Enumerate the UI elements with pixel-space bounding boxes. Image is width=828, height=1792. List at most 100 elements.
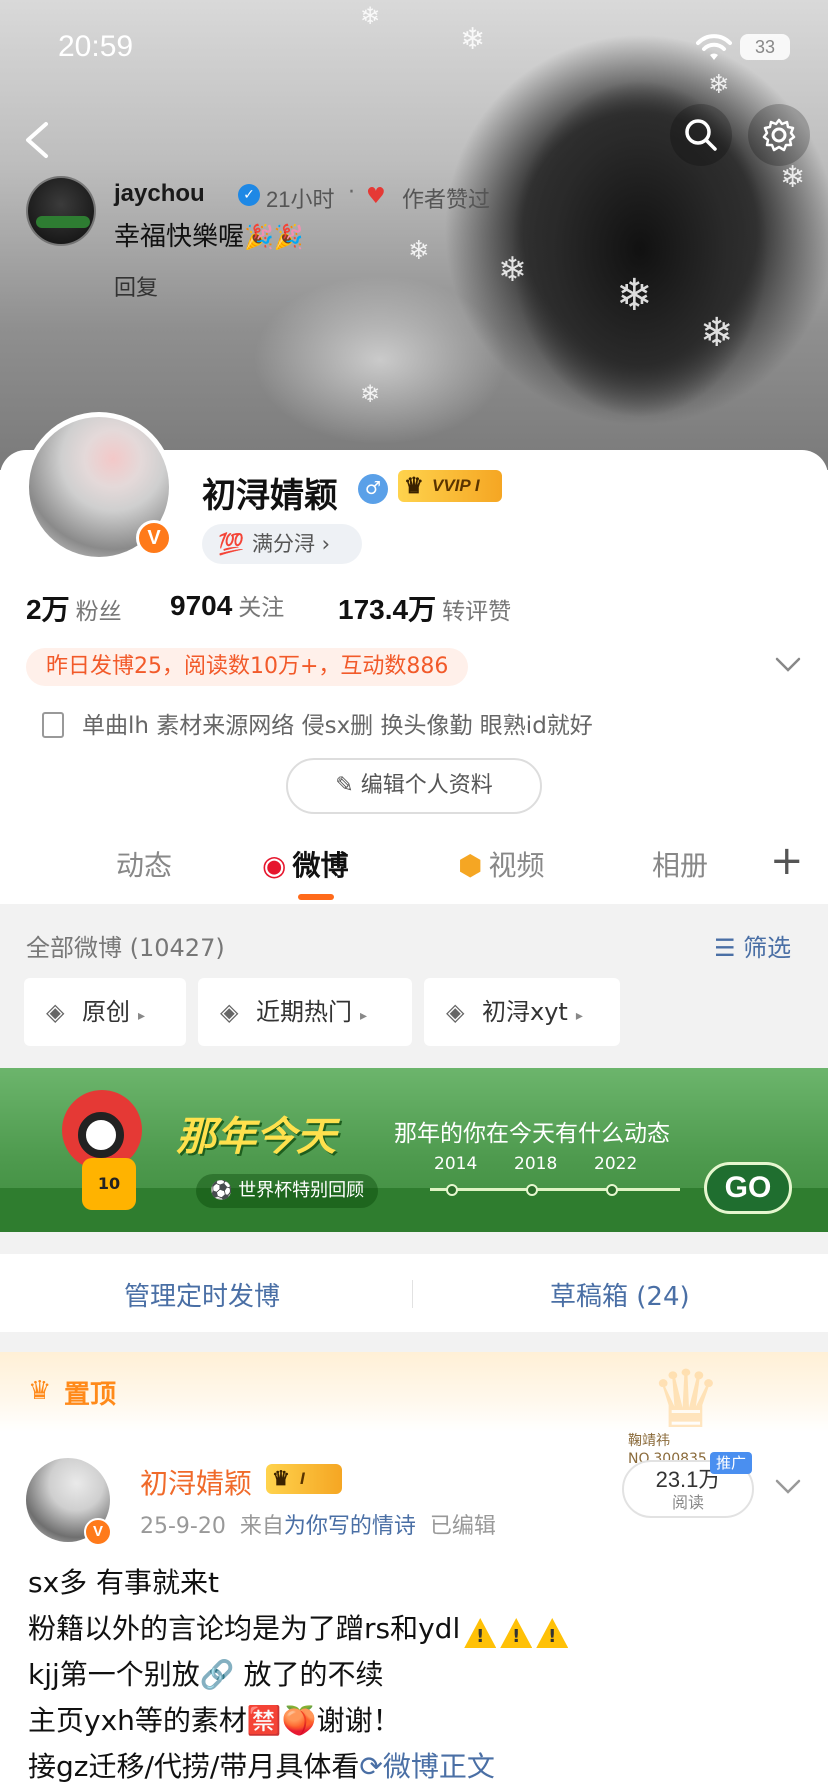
banner-subtitle: 那年的你在今天有什么动态 xyxy=(394,1121,670,1147)
link-icon: ⟳ xyxy=(359,1750,383,1783)
timeline-point xyxy=(446,1184,458,1196)
stat-followers[interactable]: 2万 粉丝 xyxy=(26,588,122,628)
chevron-right-icon: ▸ xyxy=(575,1008,583,1024)
crown-icon: ♛ xyxy=(28,1376,52,1406)
commenter-name[interactable]: jaychou xyxy=(114,180,205,208)
tab-dynamic[interactable]: 动态 xyxy=(116,844,172,884)
edit-profile-button[interactable]: ✎ 编辑个人资料 xyxy=(286,758,542,814)
profile-avatar[interactable]: V xyxy=(24,412,174,562)
read-label: 阅读 xyxy=(671,1493,704,1512)
post-date: 25-9-20 xyxy=(140,1514,226,1539)
reply-button[interactable]: 回复 xyxy=(114,270,158,302)
chip-original[interactable]: ◈ 原创 ▸ xyxy=(24,978,186,1046)
timeline-point xyxy=(606,1184,618,1196)
filter-button[interactable]: ☰ 筛选 xyxy=(714,928,791,963)
layers-icon: ◈ xyxy=(220,998,239,1026)
snowflake-icon: ❄ xyxy=(360,380,381,408)
stat-value: 173.4万 xyxy=(338,594,437,625)
worldcup-label: ⚽ 世界杯特别回顾 xyxy=(196,1174,379,1208)
timeline-year: 2018 xyxy=(514,1154,558,1174)
heart-icon: ♥ xyxy=(366,184,386,209)
post-line: 主页yxh等的素材🈲🍑谢谢！ xyxy=(28,1704,401,1737)
verified-v-badge: V xyxy=(84,1518,112,1546)
medal-icon: 💯 xyxy=(218,532,245,556)
stat-label: 关注 xyxy=(238,595,285,621)
snowflake-icon: ❄ xyxy=(700,310,734,356)
go-button[interactable]: GO xyxy=(704,1162,792,1214)
drafts-button[interactable]: 草稿箱 (24) xyxy=(550,1276,690,1313)
stat-value: 2万 xyxy=(26,594,70,625)
scheduled-posts-button[interactable]: 管理定时发博 xyxy=(124,1276,280,1313)
crown-watermark-icon: ♛ xyxy=(650,1353,722,1446)
post-edited: 已编辑 xyxy=(429,1514,496,1539)
party-popper-icon: 🎉🎉 xyxy=(244,223,304,251)
chevron-right-icon: ▸ xyxy=(360,1008,368,1024)
wifi-icon xyxy=(696,34,732,60)
vip-badge[interactable]: VVIP I xyxy=(398,470,502,502)
post-author[interactable]: 初浔婧颖 xyxy=(140,1462,252,1502)
full-text-link[interactable]: ⟳微博正文 xyxy=(359,1750,494,1783)
search-button[interactable] xyxy=(670,104,732,166)
tab-label: 相册 xyxy=(652,849,709,882)
post-from: 来自 xyxy=(239,1514,284,1539)
full-text-label: 微博正文 xyxy=(382,1750,495,1783)
fan-card-name: 鞠靖祎 xyxy=(628,1433,670,1449)
stat-label: 粉丝 xyxy=(75,599,122,625)
stat-value: 9704 xyxy=(170,590,233,621)
tab-weibo[interactable]: ◉ 微博 xyxy=(262,844,348,884)
comment-time: 21小时 xyxy=(266,187,335,212)
separator: · xyxy=(348,180,355,205)
edit-profile-label: 编辑个人资料 xyxy=(360,773,493,798)
post-line: kjj第一个别放🔗 放了的不续 xyxy=(28,1658,384,1691)
post-line-link: 接gz迁移/代捞/带月具体看⟳微博正文 xyxy=(28,1744,568,1790)
post-body: sx多 有事就来t 粉籍以外的言论均是为了蹭rs和ydl!!! kjj第一个别放… xyxy=(28,1560,569,1790)
pencil-icon: ✎ xyxy=(335,773,361,798)
verified-v-badge: V xyxy=(136,520,172,556)
tab-video[interactable]: ⬢ 视频 xyxy=(458,844,544,884)
chip-label: 初浔xyt xyxy=(482,998,568,1026)
search-icon xyxy=(685,119,717,151)
author-liked-label: 作者赞过 xyxy=(402,188,491,213)
add-tab-icon[interactable]: + xyxy=(770,838,804,884)
fan-medal-button[interactable]: 💯 满分浔 › xyxy=(202,524,362,564)
status-time: 20:59 xyxy=(58,30,134,63)
post-source[interactable]: 为你写的情诗 xyxy=(284,1514,416,1539)
battery-indicator: 33 xyxy=(740,34,790,60)
layers-icon: ◈ xyxy=(46,998,65,1026)
back-arrow-icon[interactable] xyxy=(18,118,58,162)
weibo-icon: ◉ xyxy=(262,849,287,882)
chevron-down-icon[interactable] xyxy=(774,652,802,676)
chip-label: 近期热门 xyxy=(256,998,352,1026)
post-line: 粉籍以外的言论均是为了蹭rs和ydl xyxy=(28,1612,461,1645)
pinned-comment: jaychou ✓ 21小时 · ♥ 作者赞过 幸福快樂喔🎉🎉 回复 xyxy=(26,176,546,306)
timeline-point xyxy=(526,1184,538,1196)
on-this-day-banner[interactable]: 10 那年今天 那年的你在今天有什么动态 ⚽ 世界杯特别回顾 2014 2018… xyxy=(0,1068,828,1232)
chevron-right-icon: ▸ xyxy=(138,1008,146,1024)
stat-interactions[interactable]: 173.4万 转评赞 xyxy=(338,588,511,628)
stat-following[interactable]: 9704 关注 xyxy=(170,588,284,622)
profile-bio: 单曲lh 素材来源网络 侵sx删 换头像勤 眼熟id就好 xyxy=(42,706,593,740)
yesterday-summary[interactable]: 昨日发博25，阅读数10万+，互动数886 xyxy=(26,648,469,686)
profile-tabs: 动态 ◉ 微博 ⬢ 视频 相册 + xyxy=(0,832,828,902)
chip-recent-hot[interactable]: ◈ 近期热门 ▸ xyxy=(198,978,412,1046)
warning-icon: ! xyxy=(464,1618,497,1648)
chip-label: 原创 xyxy=(82,998,130,1026)
post-line: sx多 有事就来t xyxy=(28,1566,220,1599)
tab-label: 微博 xyxy=(292,849,349,882)
timeline-year: 2014 xyxy=(434,1154,478,1174)
settings-button[interactable] xyxy=(748,104,810,166)
post-meta: 25-9-20 来自为你写的情诗 已编辑 xyxy=(140,1508,496,1540)
promote-badge[interactable]: 推广 xyxy=(710,1452,753,1474)
commenter-avatar[interactable] xyxy=(26,176,96,246)
chip-custom[interactable]: ◈ 初浔xyt ▸ xyxy=(424,978,620,1046)
warning-icon: ! xyxy=(536,1618,569,1648)
profile-name: 初浔婧颖 xyxy=(202,476,338,516)
post-line: 接gz迁移/代捞/带月具体看 xyxy=(28,1750,360,1783)
chevron-down-icon[interactable] xyxy=(774,1476,802,1498)
tab-album[interactable]: 相册 xyxy=(652,844,708,884)
timeline-year: 2022 xyxy=(594,1154,638,1174)
filter-icon: ☰ xyxy=(714,934,744,962)
comment-body: 幸福快樂喔 xyxy=(114,222,245,252)
document-icon xyxy=(42,712,64,738)
banner-title: 那年今天 xyxy=(176,1114,336,1160)
